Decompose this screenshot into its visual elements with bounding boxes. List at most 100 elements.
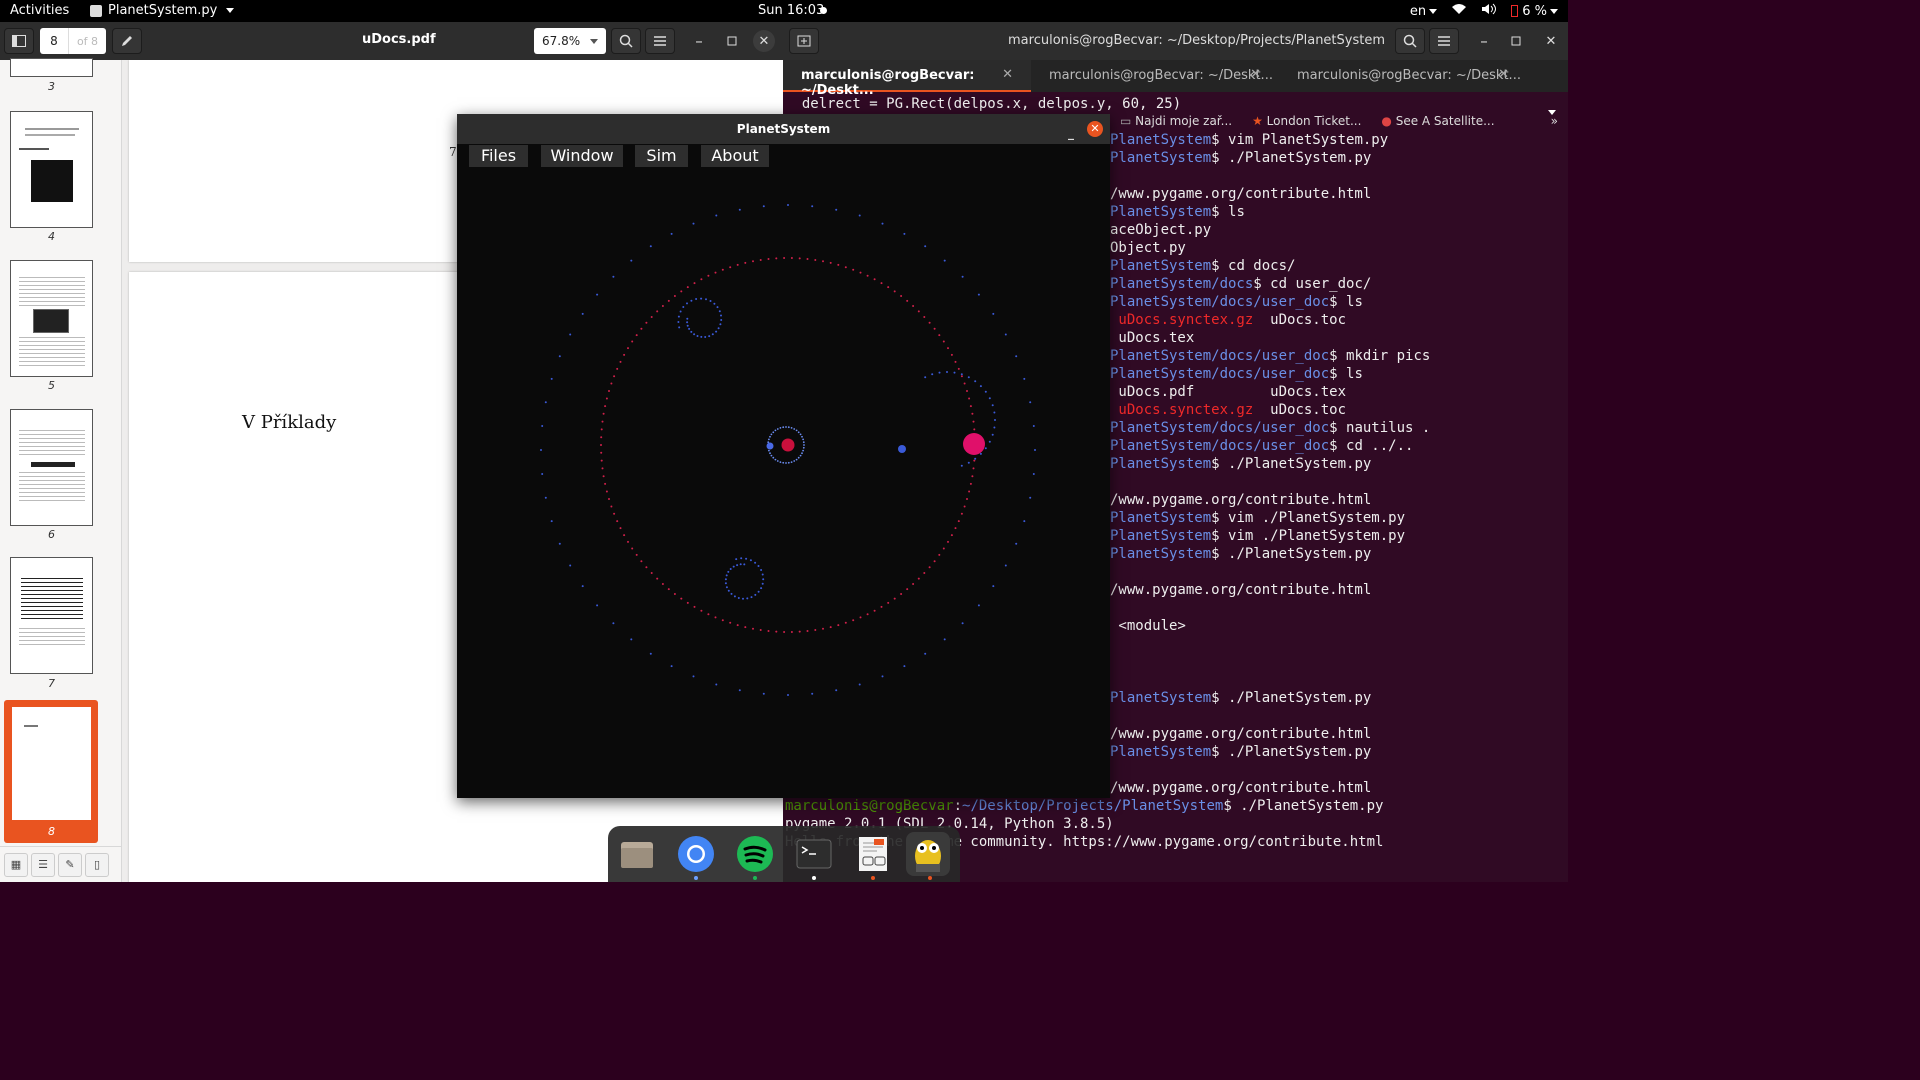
orbit-trail-dot [906, 299, 909, 302]
system-tray[interactable]: en 6 % [1410, 3, 1558, 19]
minimize-button[interactable]: – [684, 28, 714, 54]
orbit-trail-dot [943, 638, 946, 641]
sidebar-toggle-button[interactable] [4, 28, 34, 54]
chevron-right-icon[interactable]: » [1551, 114, 1558, 128]
document-viewer-icon[interactable] [851, 832, 895, 876]
page-thumbnail-selected[interactable] [10, 705, 93, 822]
search-button[interactable] [1395, 28, 1425, 54]
orbit-trail-dot [768, 449, 770, 452]
clock[interactable]: Sun 16:03 [758, 3, 824, 18]
zoom-select[interactable]: 67.8% [534, 28, 606, 54]
orbit-trail-dot [1023, 377, 1026, 380]
simulation-canvas[interactable] [457, 170, 1110, 798]
orbit-trail-dot [686, 601, 689, 604]
menu-sim[interactable]: Sim [635, 145, 688, 167]
bookmark-item[interactable]: ● See A Satellite... [1381, 114, 1494, 128]
sun-body[interactable] [781, 438, 795, 452]
maximize-button[interactable] [717, 28, 747, 54]
bookmark-item[interactable]: ★ London Ticket... [1252, 114, 1361, 128]
close-tab-icon[interactable]: ✕ [1498, 67, 1509, 82]
search-button[interactable] [611, 28, 641, 54]
orbit-trail-dot [967, 376, 970, 379]
orbit-trail-dot [852, 268, 855, 271]
maximize-button[interactable] [1501, 28, 1531, 54]
orbit-trail-dot [1023, 520, 1026, 523]
orbit-trail-dot [844, 621, 847, 624]
orbit-trail-dot [677, 321, 680, 323]
orbit-trail-dot [700, 335, 703, 338]
bookmarks-tab[interactable]: ▯ [85, 852, 109, 877]
terminal-line: uDocs.tex [1110, 330, 1195, 346]
terminal-line: /www.pygame.org/contribute.html [1110, 582, 1372, 598]
menu-about[interactable]: About [701, 145, 769, 167]
orbit-trail-dot [973, 428, 976, 431]
menu-button[interactable] [1429, 28, 1459, 54]
chromium-icon[interactable] [674, 832, 718, 876]
moon-body[interactable] [766, 442, 774, 450]
menu-files[interactable]: Files [469, 145, 528, 167]
planetsystem-titlebar[interactable]: PlanetSystem _ ✕ [457, 114, 1110, 144]
orbit-trail-dot [738, 689, 741, 692]
new-tab-button[interactable] [789, 28, 819, 54]
orbit-trail-dot [752, 627, 754, 630]
orbit-trail-dot [1004, 333, 1007, 336]
orbit-trail-dot [761, 582, 764, 585]
orbit-trail-dot [954, 360, 957, 363]
chevron-down-icon [226, 8, 235, 13]
outline-tab[interactable]: ☰ [31, 852, 55, 877]
terminal-line: PlanetSystem$ cd docs/ [1110, 258, 1296, 274]
orbit-trail-dot [738, 208, 741, 211]
page-thumbnail[interactable] [10, 557, 93, 674]
activities-button[interactable]: Activities [10, 3, 69, 18]
orbit-trail-dot [690, 299, 693, 302]
close-tab-icon[interactable]: ✕ [1002, 67, 1013, 82]
language-indicator[interactable]: en [1410, 4, 1438, 19]
spotify-icon[interactable] [733, 832, 777, 876]
close-button[interactable]: ✕ [1536, 28, 1566, 54]
terminal-tab[interactable]: marculonis@rogBecvar: ~/Deskt... ✕ [1031, 60, 1279, 92]
orbit-trail-dot [1034, 449, 1036, 451]
close-button[interactable]: ✕ [753, 30, 775, 52]
orbit-trail-dot [1029, 401, 1032, 404]
battery-indicator[interactable]: 6 % [1511, 4, 1558, 19]
orbit-trail-dot [604, 482, 607, 485]
planet-body-large[interactable] [963, 433, 985, 455]
annotations-tab[interactable]: ✎ [58, 852, 82, 877]
app-menu[interactable]: PlanetSystem.py [90, 3, 235, 18]
page-thumbnail[interactable] [10, 260, 93, 377]
orbit-trail-dot [720, 319, 723, 321]
orbit-trail-dot [709, 300, 712, 302]
planet-body-small[interactable] [898, 445, 906, 453]
menu-button[interactable] [645, 28, 675, 54]
python-icon[interactable] [906, 832, 950, 876]
terminal-tab[interactable]: marculonis@rogBecvar: ~/Deskt... ✕ [783, 60, 1031, 98]
orbit-trail-dot [600, 459, 603, 462]
orbit-trail-dot [739, 563, 742, 566]
terminal-icon[interactable] [792, 832, 836, 876]
orbit-trail-dot [724, 582, 727, 585]
orbit-trail-dot [1032, 425, 1035, 427]
thumbnails-tab[interactable]: ▦ [4, 852, 28, 877]
page-number-input[interactable]: 8 [40, 28, 68, 54]
terminal-tab[interactable]: marculonis@rogBecvar: ~/Deskt... ✕ [1279, 60, 1527, 92]
menu-window[interactable]: Window [541, 145, 623, 167]
orbit-trail-dot [736, 263, 739, 266]
orbit-trail-dot [732, 565, 735, 568]
page-thumbnail[interactable] [10, 111, 93, 228]
annotate-button[interactable] [112, 28, 142, 54]
page-thumbnail[interactable] [10, 409, 93, 526]
satellite-icon: ● [1381, 114, 1396, 128]
close-button[interactable]: ✕ [1087, 121, 1103, 137]
orbit-trail-dot [992, 312, 995, 315]
minimize-button[interactable]: – [1469, 28, 1499, 54]
page-thumbnail[interactable] [10, 58, 93, 77]
document-title: uDocs.pdf [362, 32, 436, 47]
files-icon[interactable] [615, 832, 659, 876]
orbit-trail-dot [844, 266, 847, 269]
orbit-trail-dot [729, 621, 732, 624]
close-tab-icon[interactable]: ✕ [1250, 67, 1261, 82]
orbit-trail-dot [711, 333, 714, 336]
terminal-line: PlanetSystem$ ls [1110, 204, 1245, 220]
orbit-trail-dot [924, 245, 927, 248]
bookmark-item[interactable]: ▭ Najdi moje zař... [1120, 114, 1232, 128]
